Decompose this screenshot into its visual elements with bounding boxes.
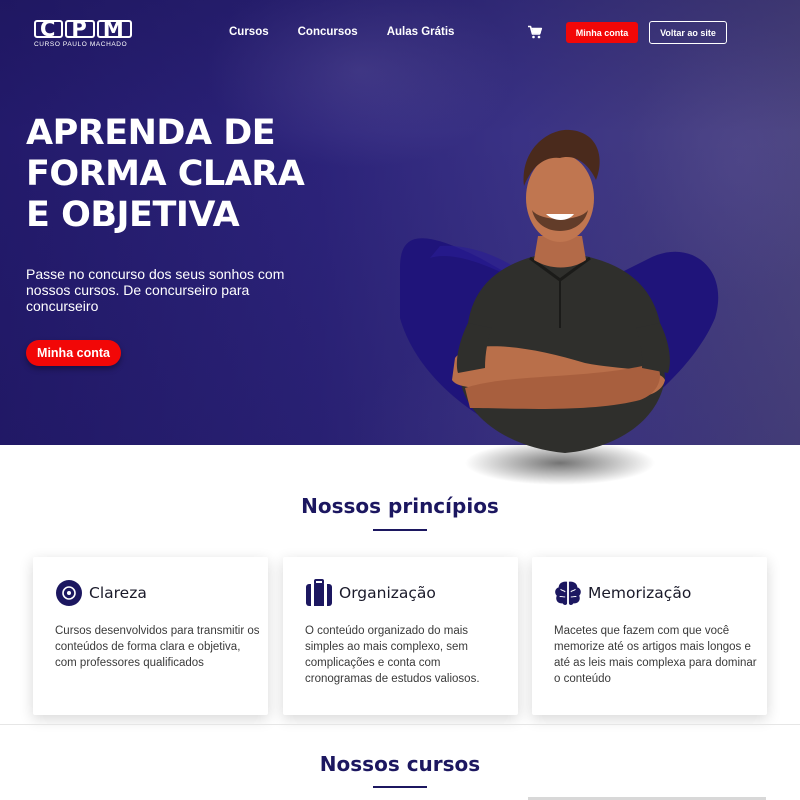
logo-letter: P — [65, 19, 95, 40]
teacher-portrait-image — [400, 129, 719, 485]
nav-item-cursos[interactable]: Cursos — [229, 26, 269, 38]
principles-title-underline — [373, 529, 427, 531]
hero-title-line: FORMA CLARA — [26, 154, 305, 194]
logo-letter: C — [34, 19, 64, 40]
card-title: Memorização — [588, 584, 692, 602]
target-icon — [55, 579, 83, 607]
card-text: O conteúdo organizado do mais simples ao… — [305, 625, 480, 685]
logo-mark: C P M — [34, 19, 134, 40]
card-text: Cursos desenvolvidos para transmitir os … — [55, 625, 260, 669]
principle-card-memorizacao: Memorização Macetes que fazem com que vo… — [532, 557, 767, 715]
back-to-site-button[interactable]: Voltar ao site — [649, 21, 727, 44]
card-header: Organização — [305, 579, 436, 607]
hero-title: APRENDA DE FORMA CLARA E OBJETIVA — [26, 113, 326, 236]
suitcase-icon — [305, 579, 333, 607]
hero-title-line: E OBJETIVA — [26, 195, 240, 235]
hero-title-line: APRENDA DE — [26, 113, 276, 153]
hero-subtitle: Passe no concurso dos seus sonhos com no… — [26, 266, 285, 314]
logo[interactable]: C P M CURSO PAULO MACHADO — [34, 19, 134, 50]
brain-icon — [554, 579, 582, 607]
courses-title-underline — [373, 786, 427, 788]
card-header: Clareza — [55, 579, 147, 607]
courses-title: Nossos cursos — [319, 752, 481, 776]
nav-item-concursos[interactable]: Concursos — [298, 26, 358, 38]
nav-item-aulas-gratis[interactable]: Aulas Grátis — [387, 26, 455, 38]
card-title: Organização — [339, 584, 436, 602]
account-button[interactable]: Minha conta — [566, 22, 638, 43]
hero-account-button[interactable]: Minha conta — [26, 340, 121, 366]
card-title: Clareza — [89, 584, 147, 602]
principles-title: Nossos princípios — [301, 494, 499, 518]
card-text: Macetes que fazem com que você memorize … — [554, 625, 757, 685]
main-nav: Cursos Concursos Aulas Grátis — [229, 26, 454, 38]
logo-subtitle: CURSO PAULO MACHADO — [34, 41, 128, 48]
card-header: Memorização — [554, 579, 691, 607]
logo-letter: M — [96, 19, 132, 40]
section-divider — [0, 724, 800, 725]
principle-card-organizacao: Organização O conteúdo organizado do mai… — [283, 557, 518, 715]
principle-card-clareza: Clareza Cursos desenvolvidos para transm… — [33, 557, 268, 715]
cart-icon[interactable] — [527, 25, 543, 39]
